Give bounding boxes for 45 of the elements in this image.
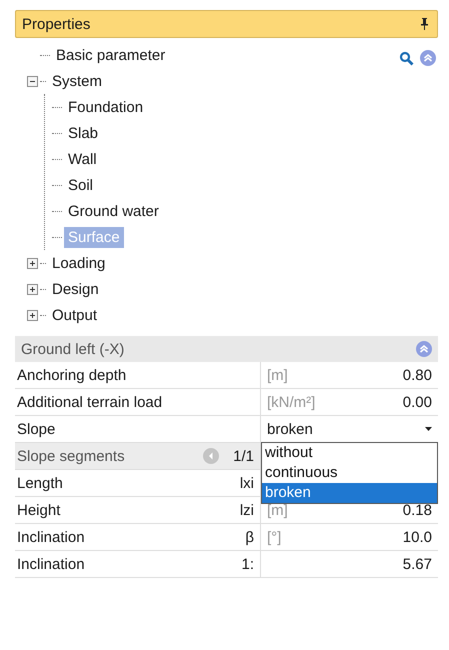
collapse-icon[interactable] [420, 50, 436, 66]
dropdown-caret-icon[interactable] [425, 427, 432, 431]
value-field[interactable]: 0.80 [402, 366, 432, 384]
section-title: Ground left (-X) [21, 340, 124, 358]
tree-item[interactable]: Foundation [64, 96, 148, 118]
collapse-section-icon[interactable] [416, 341, 432, 357]
property-label: Slope [17, 420, 56, 438]
search-icon[interactable] [399, 50, 414, 66]
value-field[interactable]: 0.00 [402, 394, 432, 410]
symbol-label: β [245, 528, 254, 546]
panel-title: Properties [22, 16, 90, 32]
page-counter: 1/1 [233, 448, 254, 464]
tree-item[interactable]: Basic parameter [52, 44, 170, 66]
symbol-label: 1: [241, 556, 254, 572]
pin-icon[interactable] [420, 18, 429, 30]
symbol-label: lxi [240, 474, 254, 492]
property-label: Inclination [17, 556, 85, 572]
property-label: Anchoring depth [17, 366, 126, 384]
unit-label: [°] [267, 528, 282, 546]
unit-label: [m] [267, 366, 288, 384]
unit-label: [kN/m²] [267, 394, 316, 410]
expand-box-icon[interactable] [27, 258, 38, 268]
tree-item[interactable]: Wall [64, 148, 101, 170]
collapse-box-icon[interactable] [27, 76, 38, 86]
symbol-label: lzi [240, 502, 254, 518]
value-field[interactable]: 10.0 [402, 528, 432, 546]
property-label: Inclination [17, 528, 85, 546]
tree-item[interactable]: Slab [64, 122, 102, 144]
group-label: Slope segments [17, 448, 125, 464]
property-label: Height [17, 502, 60, 518]
tree-item[interactable]: System [48, 70, 106, 92]
value-field[interactable]: 0.18 [402, 502, 432, 518]
unit-label: [m] [267, 502, 288, 518]
tree-item[interactable]: Ground water [64, 200, 163, 222]
tree-item[interactable]: Soil [64, 174, 98, 196]
tree-item[interactable]: Output [48, 304, 102, 326]
tree-item[interactable]: Loading [48, 252, 110, 274]
expand-box-icon[interactable] [27, 284, 38, 294]
expand-box-icon[interactable] [27, 310, 38, 320]
tree-item[interactable]: Design [48, 278, 103, 300]
select-value[interactable]: broken [267, 420, 313, 438]
property-label: Length [17, 474, 63, 492]
property-label: Additional terrain load [17, 394, 162, 410]
dropdown-option[interactable]: broken [262, 483, 437, 503]
value-field[interactable]: 5.67 [402, 556, 432, 572]
